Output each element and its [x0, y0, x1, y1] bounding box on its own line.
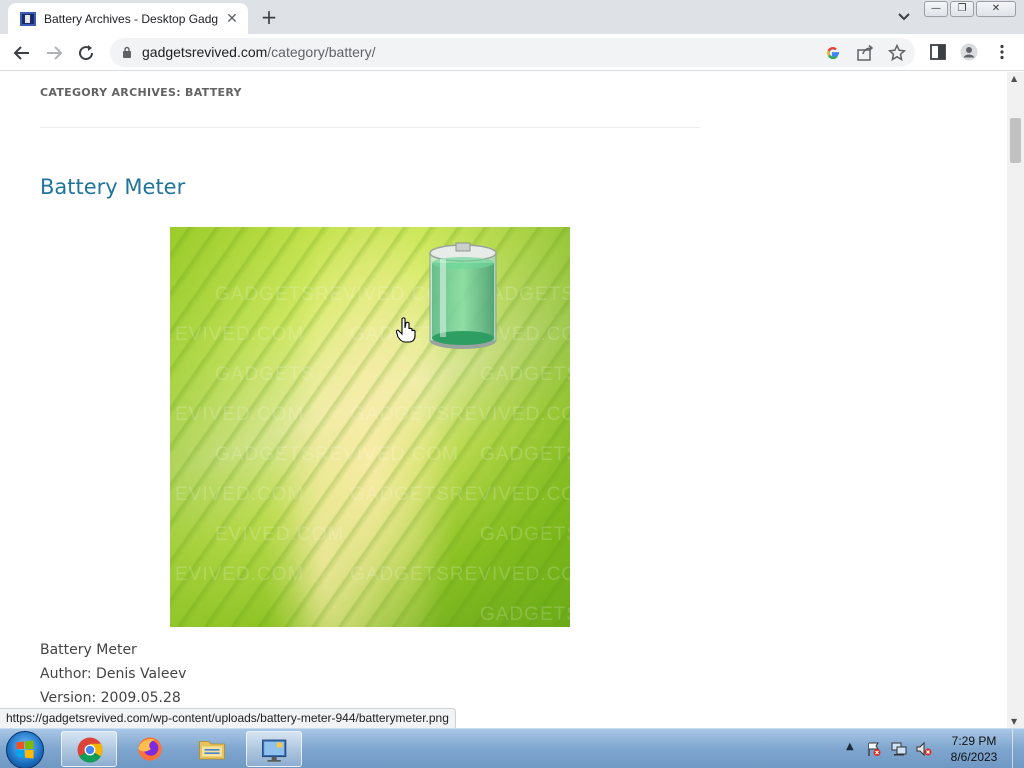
desktop-gadgets-icon: [262, 739, 287, 762]
forward-arrow-icon[interactable]: [42, 41, 66, 65]
windows-logo-icon: [16, 740, 34, 759]
url-domain: gadgetsrevived.com: [142, 44, 268, 60]
restore-button[interactable]: ❐: [950, 1, 974, 17]
taskbar-firefox-button[interactable]: [122, 731, 178, 767]
start-button[interactable]: [6, 731, 44, 768]
chrome-icon: [77, 737, 103, 763]
taskbar-chrome-button[interactable]: [61, 731, 117, 767]
site-favicon-icon: [20, 11, 36, 26]
show-desktop-button[interactable]: [1012, 729, 1024, 768]
tray-expand-icon[interactable]: ▲: [846, 741, 854, 752]
image-watermark: EVIVED.COM: [175, 484, 305, 505]
minimize-button[interactable]: —: [924, 1, 948, 17]
system-clock[interactable]: 7:29 PM 8/6/2023: [944, 733, 1004, 765]
web-page: CATEGORY ARCHIVES: BATTERY Battery Meter…: [0, 72, 1007, 728]
profile-avatar-icon[interactable]: [960, 43, 978, 61]
post-meta-name: Battery Meter: [40, 642, 137, 658]
url-text: gadgetsrevived.com/category/battery/: [142, 44, 375, 60]
clock-time: 7:29 PM: [951, 734, 997, 748]
image-watermark: GADGETSREVIVED.COM: [215, 284, 459, 305]
image-watermark: EVIVED.COM: [215, 524, 345, 545]
url-path: /category/battery/: [267, 44, 376, 60]
scroll-down-arrow-icon[interactable]: ▼: [1011, 717, 1017, 726]
folder-icon: [199, 741, 225, 760]
image-watermark: EVIVED.COM: [175, 404, 305, 425]
image-watermark: GADGETS: [480, 444, 570, 465]
post-meta-version: Version: 2009.05.28: [40, 690, 181, 706]
image-watermark: GADGETS: [480, 524, 570, 545]
clock-date: 8/6/2023: [950, 750, 998, 764]
taskbar-explorer-button[interactable]: [184, 731, 240, 767]
side-panel-icon[interactable]: [929, 43, 947, 61]
tab-strip: Battery Archives - Desktop Gadg ✕ + — ❐ …: [0, 0, 1024, 34]
post-meta-author: Author: Denis Valeev: [40, 666, 187, 682]
lock-icon[interactable]: [122, 46, 132, 58]
network-icon[interactable]: [891, 741, 907, 757]
image-watermark: GADGETSREVIVED.COM: [350, 484, 570, 505]
divider: [40, 127, 700, 128]
windows-taskbar: ▲ 7:29 PM 8/6/2023: [0, 728, 1024, 768]
scroll-up-arrow-icon[interactable]: ▲: [1011, 74, 1017, 83]
tab-close-icon[interactable]: ✕: [224, 11, 240, 27]
taskbar-gadgets-button[interactable]: [246, 731, 302, 767]
battery-gadget-icon: [429, 242, 497, 349]
tab-search-chevron-icon[interactable]: [895, 8, 913, 26]
image-watermark: GADGETS: [480, 604, 570, 625]
google-g-icon[interactable]: [824, 44, 842, 62]
kebab-menu-icon[interactable]: [993, 43, 1011, 61]
tab-battery-archives[interactable]: Battery Archives - Desktop Gadg ✕: [8, 3, 248, 34]
archive-title: CATEGORY ARCHIVES: BATTERY: [40, 86, 242, 99]
firefox-icon: [138, 737, 162, 761]
image-watermark: GADGETS: [480, 364, 570, 385]
reload-icon[interactable]: [74, 41, 98, 65]
volume-muted-icon[interactable]: [916, 741, 932, 757]
image-watermark: GADGETS: [215, 364, 315, 385]
new-tab-button[interactable]: +: [258, 6, 280, 28]
close-window-button[interactable]: ✕: [976, 1, 1016, 17]
scroll-thumb[interactable]: [1010, 118, 1021, 163]
address-bar[interactable]: gadgetsrevived.com/category/battery/: [110, 38, 915, 67]
hand-cursor-icon: [396, 317, 416, 343]
back-arrow-icon[interactable]: [10, 41, 34, 65]
image-watermark: GADGETSREVIVED.COM: [350, 404, 570, 425]
gadget-screenshot-image[interactable]: GADGETSREVIVED.COM GADGETS EVIVED.COM GA…: [170, 227, 570, 627]
action-center-flag-icon[interactable]: [866, 741, 882, 757]
browser-toolbar: gadgetsrevived.com/category/battery/: [0, 34, 1024, 71]
bookmark-star-icon[interactable]: [888, 44, 906, 62]
window-controls: — ❐ ✕: [924, 1, 1016, 17]
link-status-bubble: https://gadgetsrevived.com/wp-content/up…: [0, 708, 456, 728]
image-watermark: GADGETSREVIVED.COM: [350, 564, 570, 585]
image-watermark: EVIVED.COM: [175, 324, 305, 345]
share-icon[interactable]: [856, 44, 874, 62]
page-scrollbar[interactable]: ▲ ▼: [1007, 72, 1024, 728]
image-watermark: GADGETSREVIVED.COM: [215, 444, 459, 465]
tab-title: Battery Archives - Desktop Gadg: [44, 11, 219, 26]
post-title-link[interactable]: Battery Meter: [40, 175, 185, 199]
image-watermark: EVIVED.COM: [175, 564, 305, 585]
